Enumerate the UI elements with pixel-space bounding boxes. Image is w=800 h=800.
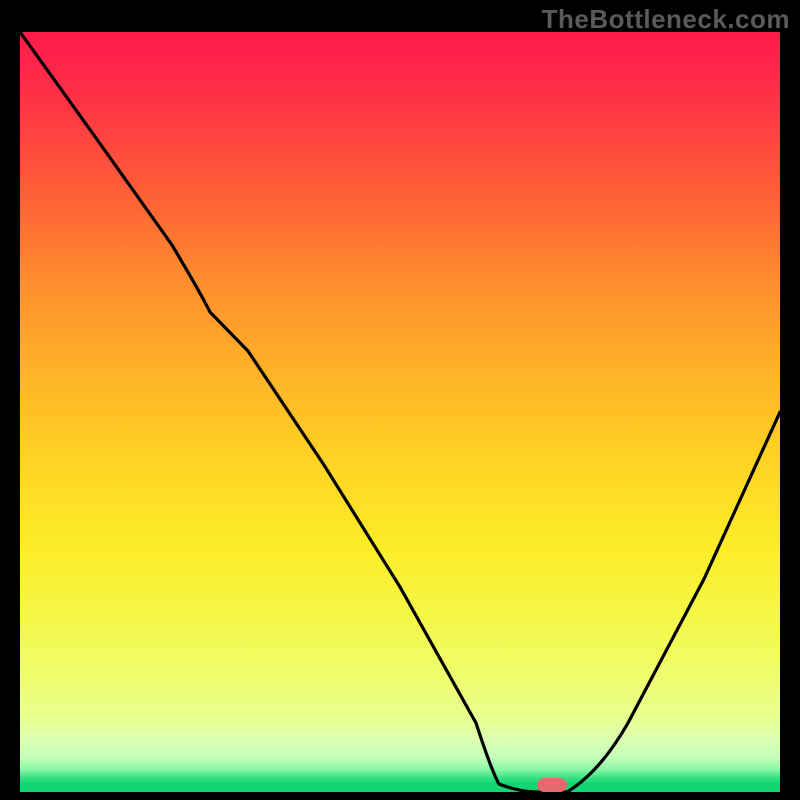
optimum-marker (537, 778, 567, 792)
curve-path (20, 32, 780, 792)
plot-area (20, 32, 780, 792)
watermark-text: TheBottleneck.com (542, 4, 790, 35)
bottleneck-curve (20, 32, 780, 792)
chart-frame: TheBottleneck.com (0, 0, 800, 800)
